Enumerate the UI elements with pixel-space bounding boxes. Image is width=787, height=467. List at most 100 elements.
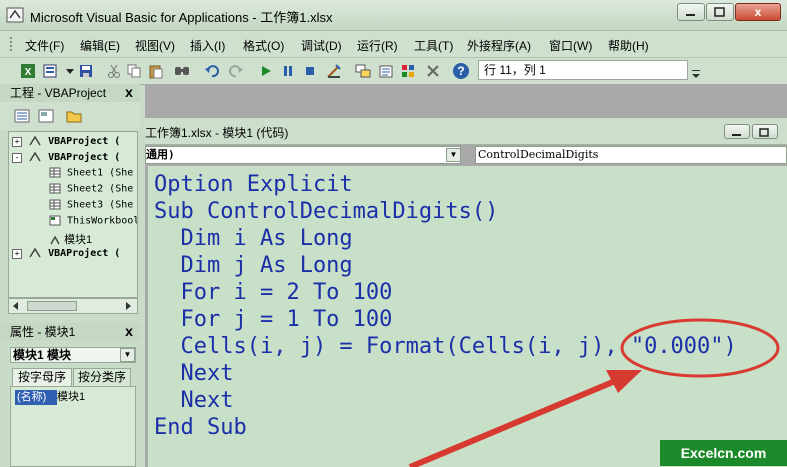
project-explorer-icon[interactable]: [355, 63, 371, 79]
sheet-icon: [49, 167, 61, 178]
tree-node-sheet2[interactable]: Sheet2 (She: [49, 183, 133, 195]
menu-tools[interactable]: 工具(T): [414, 37, 453, 54]
break-icon[interactable]: [280, 63, 296, 79]
properties-panel-title: 属性 - 模块1: [0, 323, 140, 341]
chevron-down-icon[interactable]: ▼: [446, 148, 461, 162]
code-window-title: 工作簿1.xlsx - 模块1 (代码): [145, 126, 289, 140]
scroll-left-icon[interactable]: [11, 301, 21, 311]
menu-help[interactable]: 帮助(H): [608, 37, 649, 54]
find-icon[interactable]: [174, 63, 190, 79]
properties-close-icon[interactable]: x: [122, 324, 136, 339]
svg-text:X: X: [25, 67, 32, 78]
tree-node-vbaproject-3[interactable]: + VBAProject (: [12, 247, 120, 259]
menu-window[interactable]: 窗口(W): [549, 37, 592, 54]
menu-insert[interactable]: 插入(I): [190, 37, 225, 54]
expand-icon[interactable]: +: [12, 249, 22, 259]
code-line-8[interactable]: Next: [154, 361, 233, 386]
menu-debug[interactable]: 调试(D): [301, 37, 342, 54]
tree-node-sheet1[interactable]: Sheet1 (She: [49, 167, 133, 179]
project-panel-title: 工程 - VBAProject: [0, 84, 140, 102]
properties-icon[interactable]: [378, 63, 394, 79]
vba-app-icon: [6, 7, 24, 23]
minimize-icon: [686, 14, 695, 16]
insert-dropdown-icon[interactable]: [62, 63, 78, 79]
scroll-thumb[interactable]: [27, 301, 77, 311]
close-icon: x: [754, 5, 762, 19]
tab-alphabetic[interactable]: 按字母序: [12, 368, 72, 386]
copy-icon[interactable]: [126, 63, 142, 79]
maximize-icon: [714, 7, 725, 17]
module-icon: [50, 235, 60, 244]
view-object-icon[interactable]: [38, 108, 54, 124]
tree-node-vbaproject-2[interactable]: - VBAProject (: [12, 151, 120, 163]
chevron-down-icon[interactable]: ▼: [120, 348, 135, 362]
cursor-position-readout: 行 11，列 1: [478, 60, 688, 80]
tree-node-thisworkbook[interactable]: ThisWorkbool: [49, 215, 137, 227]
vba-project-icon: [29, 151, 41, 162]
procedure-combo[interactable]: ControlDecimalDigits: [475, 146, 787, 164]
code-restore-button[interactable]: [752, 124, 778, 139]
sheet-icon: [49, 183, 61, 194]
tab-categorized[interactable]: 按分类序: [73, 368, 131, 386]
undo-icon[interactable]: [204, 63, 220, 79]
code-line-5[interactable]: For i = 2 To 100: [154, 280, 392, 305]
close-button[interactable]: x: [735, 3, 781, 21]
excel-icon[interactable]: X: [20, 63, 36, 79]
minimize-button[interactable]: [677, 3, 705, 21]
help-icon[interactable]: ?: [452, 62, 470, 80]
menu-grip[interactable]: [10, 37, 15, 51]
toggle-folders-icon[interactable]: [66, 108, 82, 124]
redo-icon[interactable]: [228, 63, 244, 79]
tree-node-vbaproject-1[interactable]: + VBAProject (: [12, 135, 120, 147]
minimize-icon: [732, 134, 741, 136]
menu-edit[interactable]: 编辑(E): [80, 37, 120, 54]
menu-run[interactable]: 运行(R): [357, 37, 398, 54]
cut-icon[interactable]: [106, 63, 122, 79]
property-name-cell[interactable]: (名称): [15, 390, 57, 405]
properties-object-select[interactable]: 模块1 模块: [10, 347, 136, 363]
vba-project-icon: [29, 247, 41, 258]
code-line-6[interactable]: For j = 1 To 100: [154, 307, 392, 332]
menu-addins[interactable]: 外接程序(A): [467, 37, 531, 54]
save-icon[interactable]: [78, 63, 94, 79]
project-tree[interactable]: + VBAProject ( - VBAProject ( Sheet1 (Sh…: [8, 131, 138, 298]
sheet-icon: [49, 199, 61, 210]
code-line-1[interactable]: Option Explicit: [154, 172, 353, 197]
code-line-3[interactable]: Dim i As Long: [154, 226, 352, 251]
toolbar-overflow-icon[interactable]: [691, 66, 701, 80]
tree-node-module1[interactable]: 模块1: [49, 231, 92, 247]
collapse-icon[interactable]: -: [12, 153, 22, 163]
menu-format[interactable]: 格式(O): [243, 37, 284, 54]
object-browser-icon[interactable]: [400, 63, 416, 79]
scroll-right-icon[interactable]: [123, 301, 133, 311]
code-line-4[interactable]: Dim j As Long: [154, 253, 352, 278]
menu-view[interactable]: 视图(V): [135, 37, 175, 54]
properties-grid: (名称) 模块1: [10, 386, 136, 467]
code-line-10[interactable]: End Sub: [154, 415, 247, 440]
project-horizontal-scrollbar[interactable]: [8, 298, 138, 314]
paste-icon[interactable]: [148, 63, 164, 79]
toolbox-icon[interactable]: [425, 63, 441, 79]
object-combo[interactable]: 通用): [145, 146, 461, 164]
tree-node-sheet3[interactable]: Sheet3 (She: [49, 199, 133, 211]
menu-file[interactable]: 文件(F): [25, 37, 64, 54]
site-watermark: Excelcn.com: [660, 440, 787, 466]
reset-icon[interactable]: [302, 63, 318, 79]
expand-icon[interactable]: +: [12, 137, 22, 147]
svg-text:?: ?: [457, 64, 464, 78]
window-title: Microsoft Visual Basic for Applications …: [30, 10, 333, 25]
vba-project-icon: [29, 135, 41, 146]
property-value-cell[interactable]: 模块1: [57, 390, 85, 405]
highlight-ellipse: [620, 318, 780, 378]
run-icon[interactable]: [258, 63, 274, 79]
insert-module-icon[interactable]: [42, 63, 58, 79]
annotation-arrow: [408, 376, 622, 467]
code-line-2[interactable]: Sub ControlDecimalDigits(): [154, 199, 498, 224]
view-code-icon[interactable]: [14, 108, 30, 124]
code-minimize-button[interactable]: [724, 124, 750, 139]
maximize-button[interactable]: [706, 3, 734, 21]
code-line-9[interactable]: Next: [154, 388, 233, 413]
design-mode-icon[interactable]: [326, 63, 342, 79]
project-close-icon[interactable]: x: [122, 85, 136, 100]
menu-bar: 文件(F) 编辑(E) 视图(V) 插入(I) 格式(O) 调试(D) 运行(R…: [0, 31, 787, 58]
